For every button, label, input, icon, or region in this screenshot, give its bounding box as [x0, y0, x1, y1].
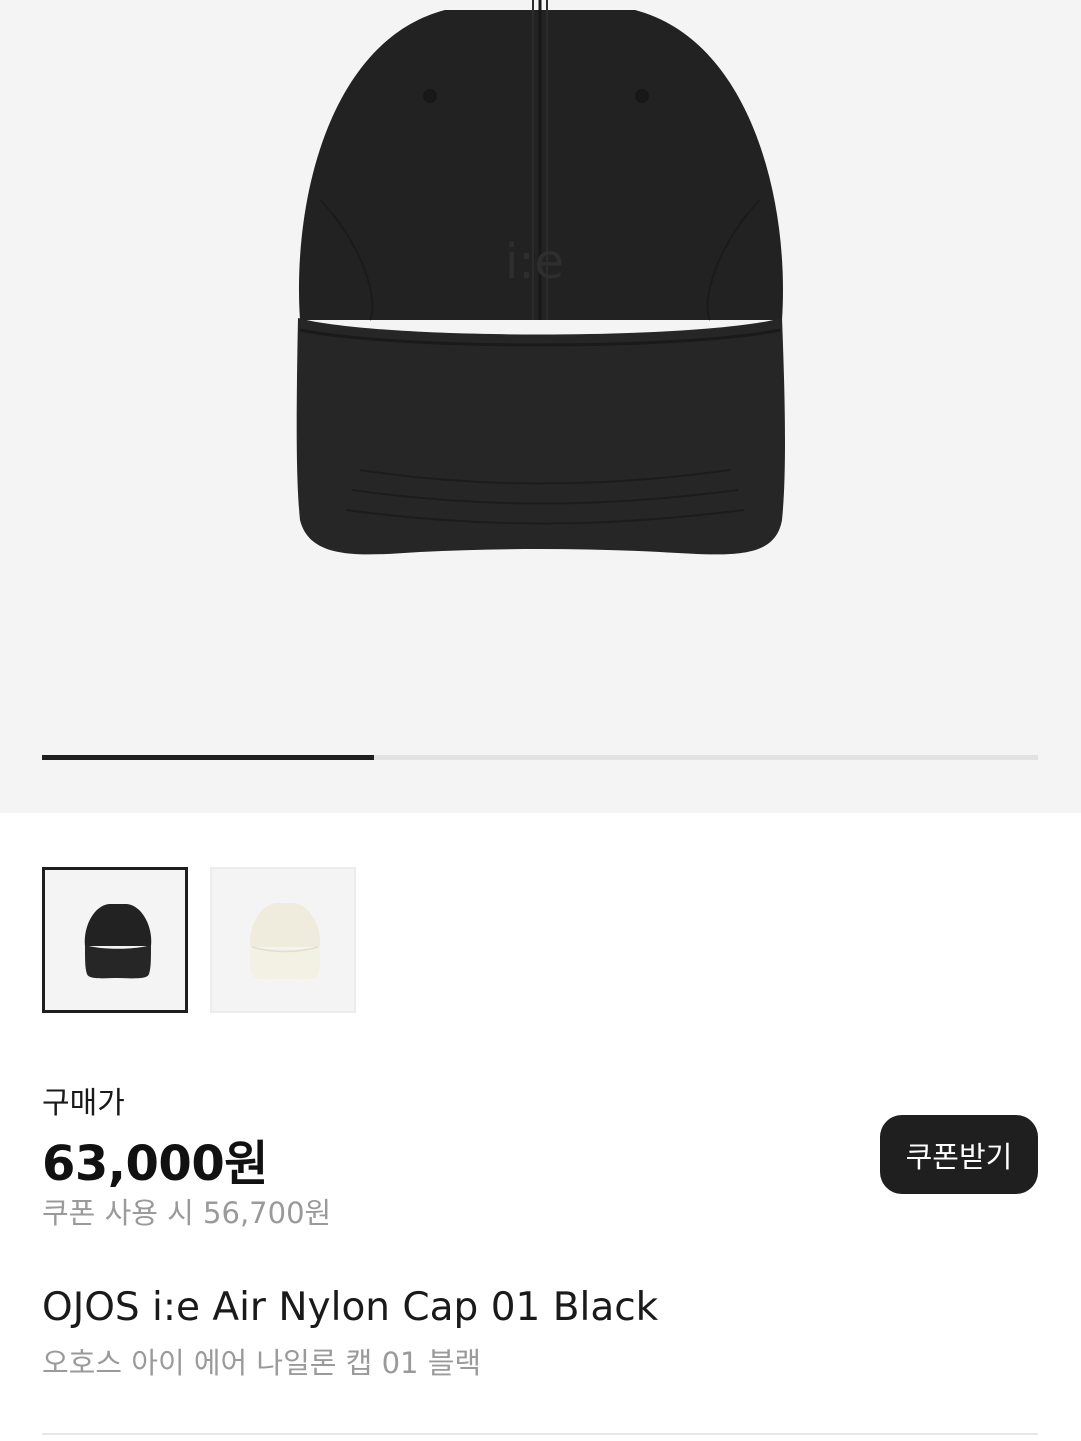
product-main-image: i:e	[296, 0, 785, 555]
price-label: 구매가	[42, 1086, 125, 1121]
black-cap-thumbnail	[84, 904, 152, 979]
section-divider	[42, 1433, 1038, 1435]
color-option-black[interactable]	[42, 867, 188, 1013]
price-amount: 63,000원	[42, 1136, 268, 1192]
color-option-ivory[interactable]	[210, 867, 356, 1013]
coupon-price-text: 쿠폰 사용 시 56,700원	[42, 1196, 332, 1230]
get-coupon-button[interactable]: 쿠폰받기	[880, 1115, 1038, 1194]
product-name-korean: 오호스 아이 에어 나일론 캡 01 블랙	[42, 1346, 482, 1380]
product-name-english: OJOS i:e Air Nylon Cap 01 Black	[42, 1285, 659, 1330]
product-image-gallery[interactable]: i:e	[0, 0, 1081, 813]
gallery-progress-bar	[42, 755, 1038, 760]
gallery-progress-fill	[42, 755, 374, 760]
logo-embroidery: i:e	[505, 234, 564, 290]
ivory-cap-thumbnail	[249, 903, 321, 980]
